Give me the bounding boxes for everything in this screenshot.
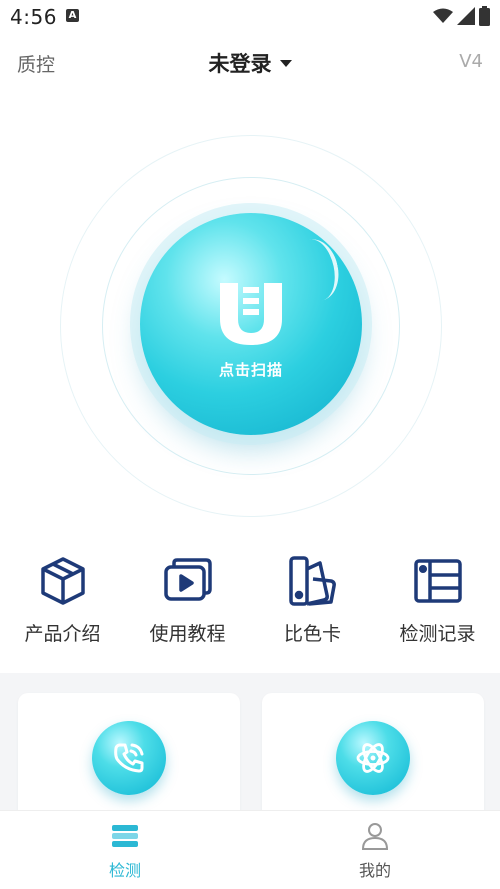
video-icon [164,558,212,601]
u-logo-icon [220,283,282,345]
box-icon [41,557,85,605]
color-card-icon [289,556,336,606]
record-icon [414,559,462,603]
status-icons [433,6,490,26]
nav-label: 我的 [358,861,391,880]
scan-button[interactable]: 点击扫描 [140,213,362,435]
header: 质控 未登录 V4 [0,40,500,84]
service-card-science[interactable] [262,693,484,823]
status-time: 4:56 [10,5,57,29]
a-icon: A [66,9,79,22]
quick-menu: 产品介绍 使用教程 比色卡 检测记录 [0,555,500,655]
card-icon-bubble [92,721,166,795]
atom-icon [356,743,390,773]
menu-test-record[interactable]: 检测记录 [375,555,500,655]
card-icon-bubble [336,721,410,795]
menu-label: 比色卡 [283,623,341,645]
menu-color-card[interactable]: 比色卡 [250,555,375,655]
phone-icon [114,743,144,773]
scan-label: 点击扫描 [218,361,283,379]
login-status-dropdown[interactable]: 未登录 [0,48,500,78]
nav-mine[interactable]: 我的 [250,811,500,889]
user-icon [361,823,389,850]
wifi-icon [433,8,453,23]
menu-label: 检测记录 [399,623,476,645]
login-status-label: 未登录 [208,52,272,76]
battery-icon [479,6,490,26]
version-label: V4 [459,51,483,72]
nav-detect[interactable]: 检测 [0,811,250,889]
status-bar: 4:56 A [0,0,500,34]
menu-tutorial[interactable]: 使用教程 [125,555,250,655]
nav-label: 检测 [108,861,141,880]
menu-label: 使用教程 [149,623,226,645]
menu-label: 产品介绍 [24,623,101,645]
service-card-phone[interactable] [18,693,240,823]
menu-product-intro[interactable]: 产品介绍 [0,555,125,655]
caret-down-icon [279,59,292,67]
detect-icon [112,825,138,847]
bottom-nav: 检测 我的 [0,810,500,889]
signal-icon [457,7,475,25]
